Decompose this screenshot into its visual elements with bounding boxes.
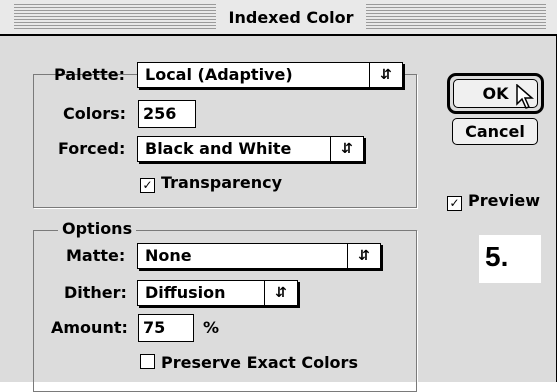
amount-field[interactable]: 75 bbox=[138, 314, 194, 342]
transparency-label: Transparency bbox=[161, 173, 283, 192]
dither-popup[interactable]: Diffusion ⇵ bbox=[137, 280, 298, 306]
up-down-arrows-icon: ⇵ bbox=[330, 137, 363, 161]
dither-label: Dither: bbox=[64, 283, 127, 302]
preview-checkbox[interactable]: ✓ Preview bbox=[447, 190, 540, 212]
cancel-button[interactable]: Cancel bbox=[452, 118, 538, 145]
checkbox-empty-icon bbox=[140, 354, 155, 369]
window-title: Indexed Color bbox=[216, 5, 366, 31]
matte-popup-value: None bbox=[145, 246, 192, 265]
title-bar-stripes-left bbox=[14, 4, 216, 30]
colors-field[interactable]: 256 bbox=[138, 100, 196, 128]
title-bar-stripes-right bbox=[366, 4, 546, 30]
up-down-arrows-icon: ⇵ bbox=[264, 281, 297, 305]
up-down-arrows-icon: ⇵ bbox=[369, 63, 402, 87]
forced-label: Forced: bbox=[58, 139, 126, 158]
amount-label: Amount: bbox=[51, 318, 128, 337]
checkmark-icon: ✓ bbox=[447, 196, 462, 211]
options-group-title: Options bbox=[58, 219, 137, 239]
matte-popup[interactable]: None ⇵ bbox=[137, 243, 381, 269]
preserve-exact-colors-checkbox[interactable]: Preserve Exact Colors bbox=[140, 352, 358, 374]
amount-unit: % bbox=[203, 318, 220, 337]
forced-popup[interactable]: Black and White ⇵ bbox=[137, 136, 364, 162]
palette-popup[interactable]: Local (Adaptive) ⇵ bbox=[137, 62, 403, 88]
up-down-arrows-icon: ⇵ bbox=[347, 244, 380, 268]
palette-popup-value: Local (Adaptive) bbox=[145, 65, 293, 84]
mouse-pointer-icon bbox=[516, 84, 535, 109]
transparency-checkbox[interactable]: ✓ Transparency bbox=[140, 172, 282, 194]
indexed-color-dialog: Indexed Color Palette: Local (Adaptive) … bbox=[0, 0, 557, 392]
palette-label: Palette: bbox=[54, 65, 125, 84]
matte-label: Matte: bbox=[66, 246, 126, 265]
preview-label: Preview bbox=[468, 191, 541, 210]
forced-popup-value: Black and White bbox=[145, 139, 292, 158]
colors-label: Colors: bbox=[63, 104, 127, 123]
dither-popup-value: Diffusion bbox=[145, 283, 226, 302]
step-label: 5. bbox=[479, 235, 541, 283]
checkmark-icon: ✓ bbox=[140, 178, 155, 193]
title-bar[interactable]: Indexed Color bbox=[0, 0, 557, 36]
preserve-exact-colors-label: Preserve Exact Colors bbox=[161, 353, 358, 372]
